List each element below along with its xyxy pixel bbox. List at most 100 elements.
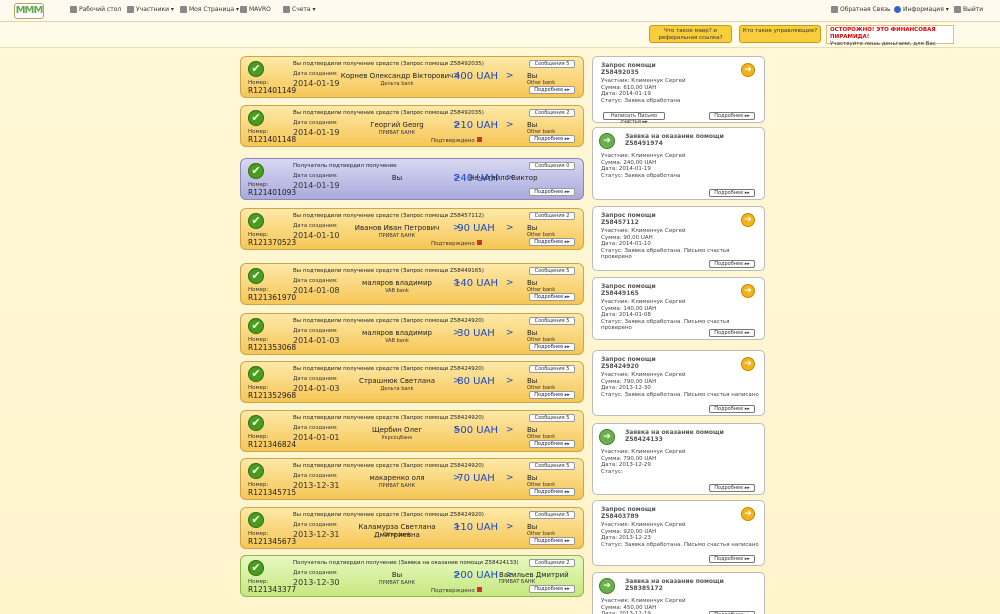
top-navbar: MMM Рабочий стол Участники ▾ Моя Страниц…: [0, 0, 1000, 22]
transaction-amount: 30 UAH: [457, 328, 495, 339]
logo[interactable]: MMM: [14, 3, 44, 19]
details-button[interactable]: Подробнее ▸▸: [709, 260, 755, 268]
transaction-amount: 500 UAH: [454, 425, 498, 436]
request-card: ➔ Запрос помощи Z58449165 Участник: Клименч…: [592, 277, 765, 340]
details-button[interactable]: Подробнее ▸▸: [709, 405, 755, 413]
messages-button[interactable]: Сообщения 0: [529, 162, 575, 170]
request-details: Участник: Клименчук Сергей Сумма: 90,00 U…: [601, 228, 761, 261]
request-sum-label: Сумма:: [601, 305, 622, 312]
nav-accounts[interactable]: Счета ▾: [283, 6, 316, 13]
page-icon: [180, 6, 187, 13]
details-button[interactable]: Подробнее ▸▸: [529, 238, 575, 246]
transaction-status: Вы подтвердили получение средств (Запрос…: [293, 366, 484, 372]
request-title: Запрос помощи Z58403789: [601, 506, 741, 520]
messages-count: 2: [566, 110, 570, 116]
messages-button[interactable]: Сообщения 2: [529, 109, 575, 117]
transaction-status: Вы подтвердили получение средств (Запрос…: [293, 268, 484, 274]
transaction-amount: 70 UAH: [457, 473, 495, 484]
details-button[interactable]: Подробнее ▸▸: [529, 343, 575, 351]
details-button[interactable]: Подробнее ▸▸: [529, 488, 575, 496]
request-status: Статус: Заявка обработана. Письмо счасть…: [601, 248, 761, 261]
check-icon: ✔: [248, 213, 264, 229]
transaction-status: Получатель подтвердил получение: [293, 163, 397, 169]
details-button[interactable]: Подробнее ▸▸: [529, 86, 575, 94]
messages-button[interactable]: Сообщения 5: [529, 511, 575, 519]
check-icon: ✔: [248, 110, 264, 126]
request-type: Заявка на оказание помощи: [625, 133, 724, 140]
request-type: Запрос помощи: [601, 212, 656, 219]
details-button[interactable]: Подробнее ▸▸: [529, 585, 575, 593]
details-button[interactable]: Подробнее ▸▸: [709, 329, 755, 337]
messages-count: 5: [566, 268, 570, 274]
messages-button[interactable]: Сообщения 5: [529, 462, 575, 470]
request-details: Участник: Клименчук Сергей Сумма: 790,00 …: [601, 372, 761, 398]
request-date-label: Дата:: [601, 535, 618, 541]
arrow-right-icon: >: [506, 328, 514, 338]
managers-info-button[interactable]: Кто такие управляющие?: [739, 25, 821, 43]
receiver-name: Вы: [527, 279, 538, 287]
details-button[interactable]: Подробнее ▸▸: [709, 484, 755, 492]
date-label: Дата создания:: [293, 173, 338, 179]
transaction-date: 2014-01-10: [293, 231, 340, 240]
nav-logout[interactable]: Выйти: [954, 6, 983, 13]
request-status: Статус: Заявка обработана. Письмо счасть…: [601, 392, 761, 399]
mavro-info-button[interactable]: Что такое мавр? и реферальная ссылка?: [649, 25, 732, 43]
request-member-value: Клименчук Сергей: [631, 153, 686, 159]
transaction-amount: 90 UAH: [457, 223, 495, 234]
messages-count: 0: [566, 163, 570, 169]
request-sum-label: Сумма:: [601, 234, 622, 241]
request-member-label: Участник:: [601, 449, 630, 455]
write-letter-button[interactable]: Написать Письмо счастья ▸▸: [603, 112, 665, 125]
transaction-number: R121401093: [248, 188, 297, 197]
sender-bank: VAB bank: [385, 288, 409, 294]
nav-desktop[interactable]: Рабочий стол: [70, 6, 121, 13]
warning-box: ОСТОРОЖНО! ЭТО ФИНАНСОВАЯ ПИРАМИДА! Учас…: [826, 25, 954, 54]
messages-button[interactable]: Сообщения 2: [529, 559, 575, 567]
nav-mavro[interactable]: MAVRO: [240, 6, 271, 13]
request-title: Запрос помощи Z58457112: [601, 212, 741, 226]
request-status-value: Заявка обработана: [624, 97, 681, 104]
check-icon: ✔: [248, 560, 264, 576]
flag-icon: [476, 137, 482, 142]
transaction-amount: 210 UAH: [454, 120, 498, 131]
request-member-label: Участник:: [601, 228, 630, 234]
request-title: Заявка на оказание помощи Z58491974: [625, 133, 765, 147]
check-icon: ✔: [248, 366, 264, 382]
receiver-name: Васильев Дмитрий: [499, 571, 569, 579]
details-button[interactable]: Подробнее ▸▸: [529, 188, 575, 196]
receiver-name: Вы: [527, 474, 538, 482]
messages-button[interactable]: Сообщения 5: [529, 267, 575, 275]
arrow-right-icon: ➔: [741, 213, 755, 227]
messages-button[interactable]: Сообщения 5: [529, 60, 575, 68]
details-button[interactable]: Подробнее ▸▸: [709, 112, 755, 120]
messages-button[interactable]: Сообщения 5: [529, 365, 575, 373]
nav-info[interactable]: Информация ▾: [894, 6, 949, 13]
details-button[interactable]: Подробнее ▸▸: [709, 555, 755, 563]
details-button[interactable]: Подробнее ▸▸: [529, 391, 575, 399]
arrow-right-icon: >: [506, 278, 514, 288]
details-button[interactable]: Подробнее ▸▸: [529, 293, 575, 301]
transaction-card: ✔ Вы подтвердили получение средств (Запро…: [240, 313, 584, 355]
request-member-value: Клименчук Сергей: [631, 299, 686, 305]
logout-icon: [954, 6, 961, 13]
request-date-label: Дата:: [601, 166, 618, 172]
nav-feedback[interactable]: Обратная Связь: [831, 6, 891, 13]
messages-button[interactable]: Сообщения 2: [529, 212, 575, 220]
details-button[interactable]: Подробнее ▸▸: [529, 440, 575, 448]
request-type: Запрос помощи: [601, 506, 656, 513]
transaction-number: R121353068: [248, 343, 297, 352]
details-button[interactable]: Подробнее ▸▸: [709, 189, 755, 197]
nav-participants[interactable]: Участники ▾: [127, 6, 174, 13]
request-date-value: 2014-01-08: [618, 312, 651, 318]
sender-name: маляров владимир: [362, 279, 432, 287]
nav-my-page[interactable]: Моя Страница ▾: [180, 6, 239, 13]
arrow-right-icon: >: [506, 425, 514, 435]
messages-button[interactable]: Сообщения 5: [529, 414, 575, 422]
details-button[interactable]: Подробнее ▸▸: [529, 135, 575, 143]
details-button[interactable]: Подробнее ▸▸: [529, 537, 575, 545]
messages-button[interactable]: Сообщения 5: [529, 317, 575, 325]
warning-title: ОСТОРОЖНО! ЭТО ФИНАНСОВАЯ ПИРАМИДА!: [830, 27, 936, 40]
date-label: Дата создания:: [293, 120, 338, 126]
request-card: ➔ Заявка на оказание помощи Z58491974 Участ…: [592, 127, 765, 200]
request-sum-value: 450,00 UAH: [623, 604, 657, 611]
